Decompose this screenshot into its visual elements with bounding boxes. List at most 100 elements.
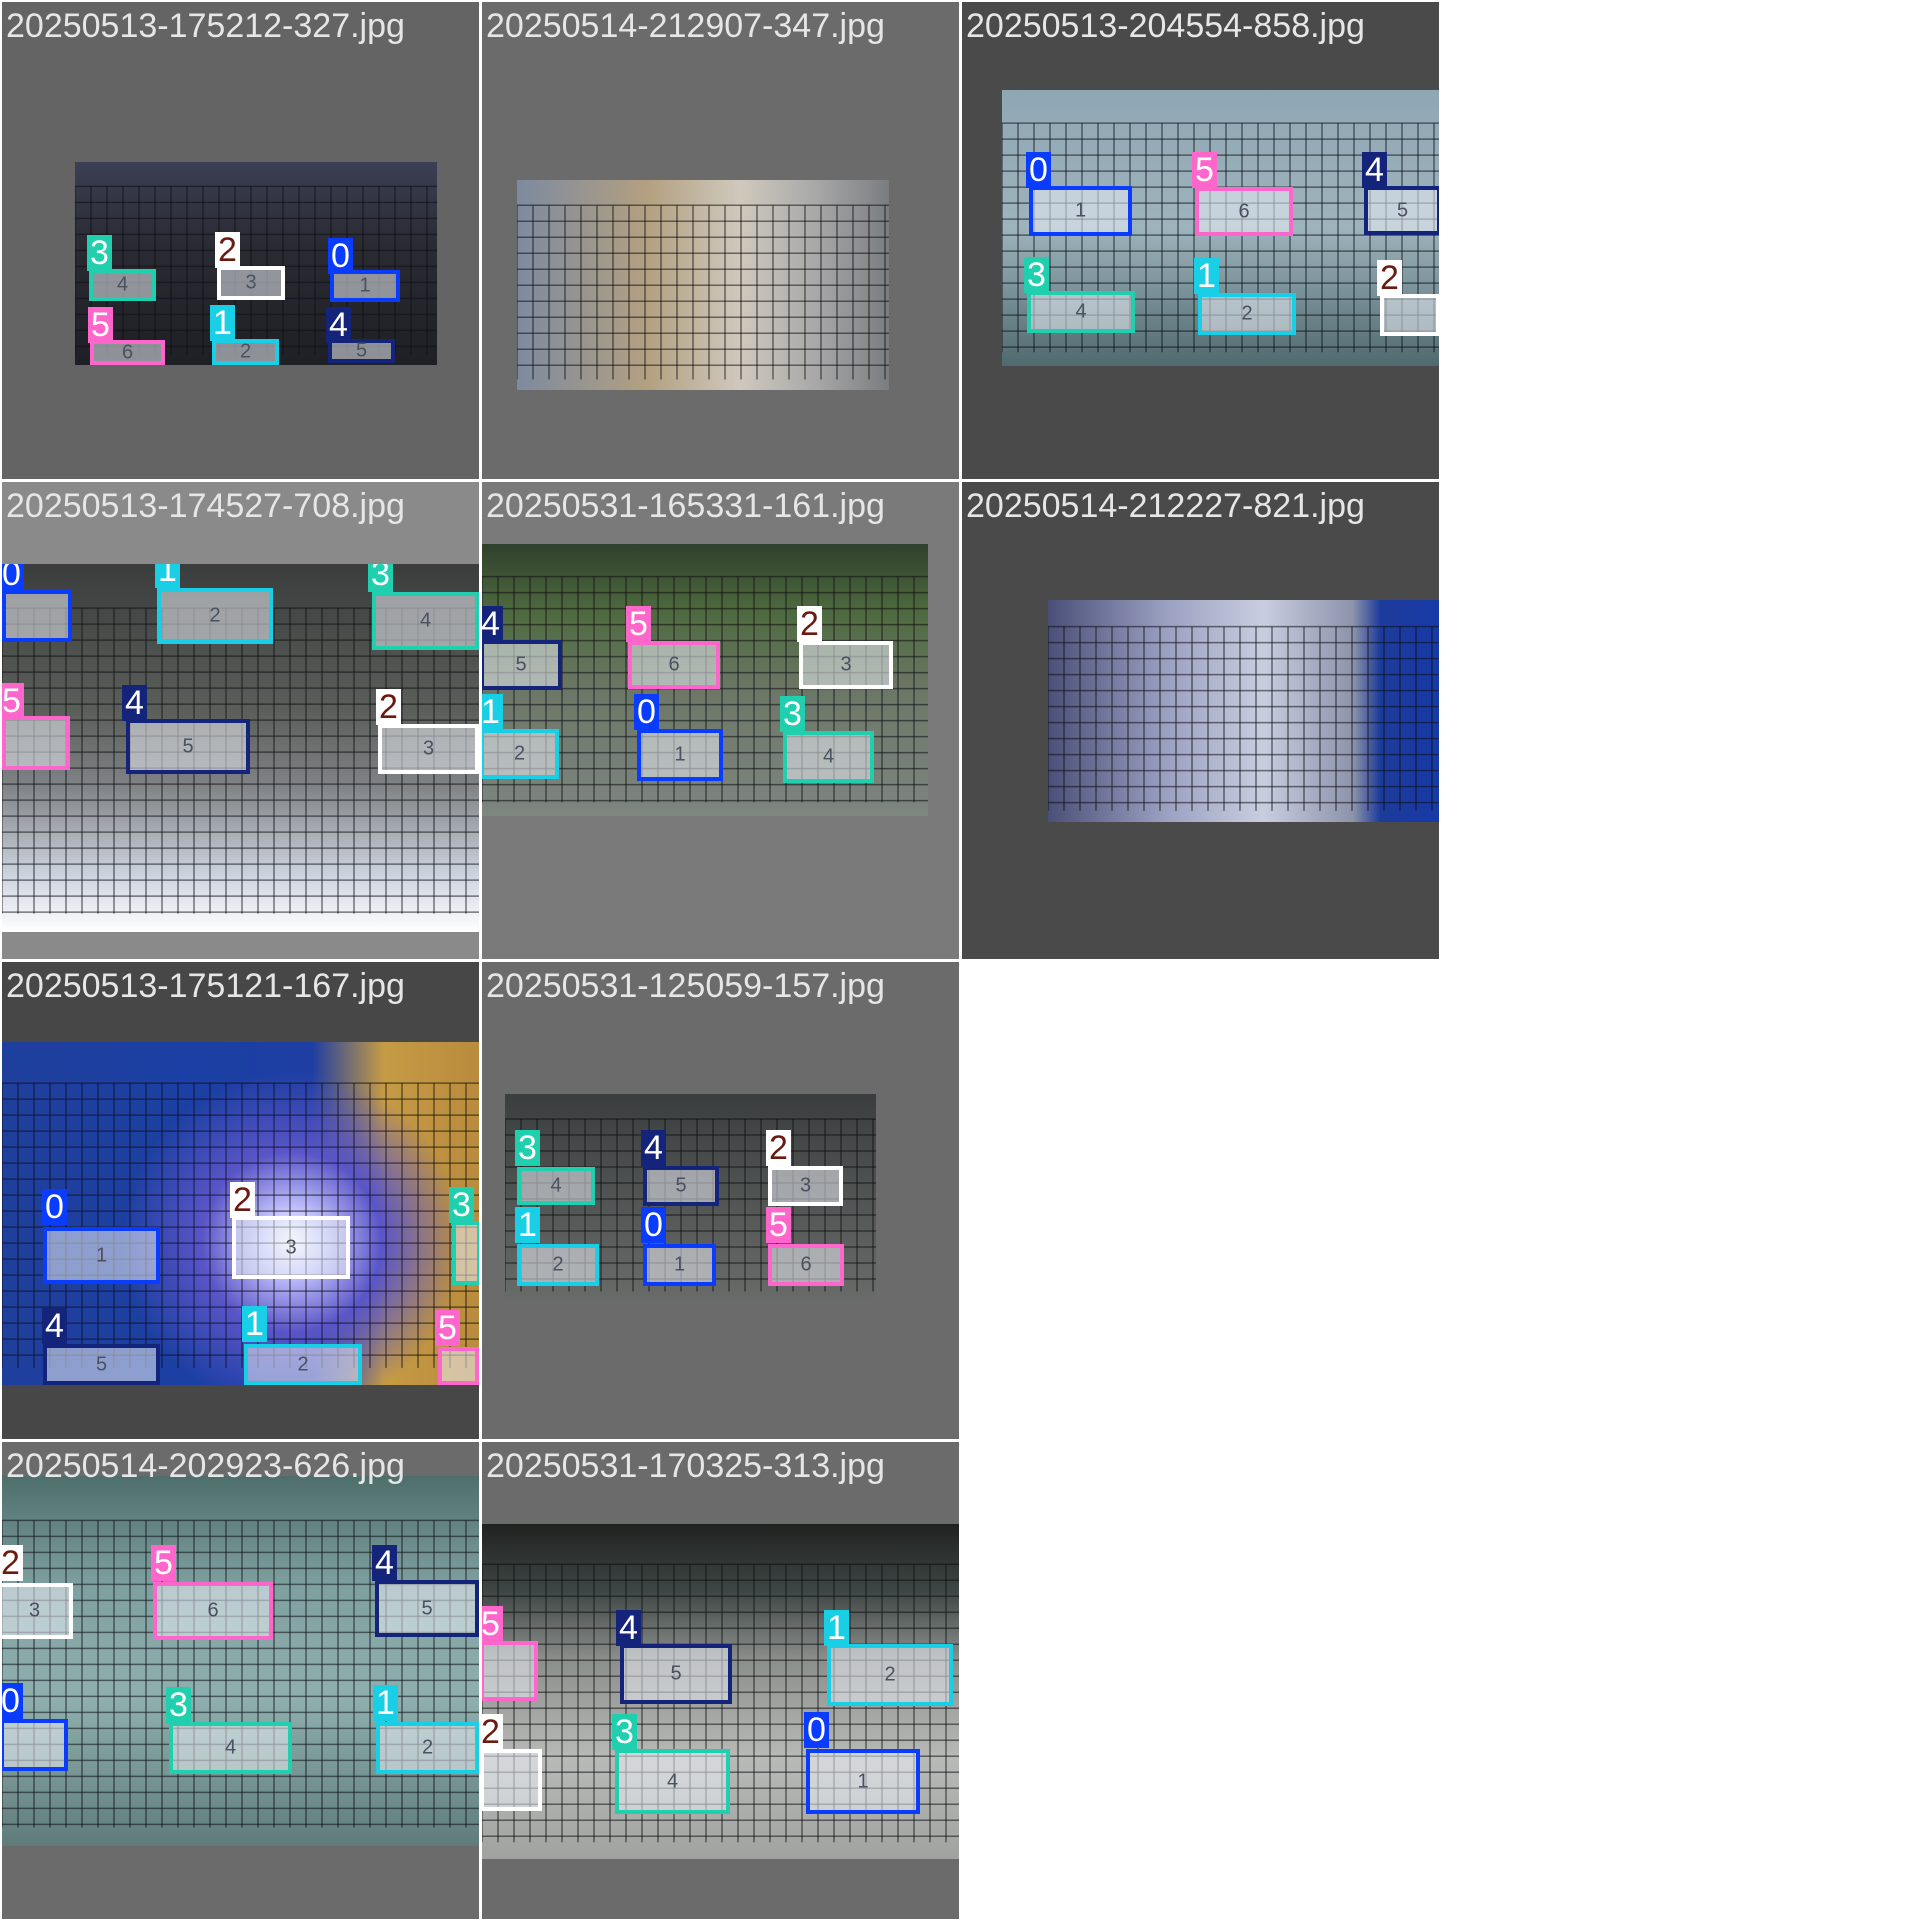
box-number: 1	[1074, 199, 1087, 222]
detection-class-label: 2	[1377, 260, 1402, 296]
box-number: 2	[297, 1353, 309, 1375]
detection-class-label: 4	[122, 685, 147, 721]
box-number: 1	[359, 274, 371, 297]
box-number: 4	[116, 273, 129, 296]
detection-box: 4	[89, 269, 156, 301]
detection-box: 6	[768, 1244, 844, 1286]
tile-photo: 435432211065	[505, 1094, 876, 1302]
box-number: 5	[515, 653, 527, 676]
detection-class-label: 0	[1026, 152, 1051, 188]
tile-photo: 1 0 3 2 3 5 4 2 1 5	[2, 1042, 479, 1385]
mosaic-tile: 20250514-202923-626.jpg 32655404321	[2, 1442, 479, 1919]
detection-box: 4	[169, 1722, 292, 1774]
tile-filename: 20250513-174527-708.jpg	[6, 487, 405, 525]
detection-box: 1	[43, 1227, 160, 1284]
detection-class-label: 2	[766, 1130, 791, 1166]
box-number: 4	[1075, 300, 1087, 323]
mosaic-tile: 20250514-212907-347.jpg	[482, 2, 959, 479]
detection-box: 2	[244, 1344, 362, 1385]
detection-box: 5	[1364, 186, 1439, 235]
detection-class-label: 2	[482, 1714, 503, 1750]
detection-class-label: 0	[2, 564, 24, 592]
detection-class-label: 3	[612, 1714, 637, 1750]
detection-box: 1	[643, 1244, 716, 1286]
detection-class-label: 0	[2, 1683, 23, 1719]
tile-filename: 20250513-175212-327.jpg	[6, 7, 405, 45]
detection-box	[2, 590, 72, 642]
detection-class-label: 2	[2, 1545, 23, 1581]
detection-class-label: 5	[1192, 152, 1217, 188]
detection-box: 3	[378, 724, 479, 774]
box-number: 5	[95, 1353, 108, 1375]
detection-class-label: 1	[515, 1207, 540, 1243]
tile-photo: 32655404321	[2, 1476, 479, 1846]
box-number: 5	[670, 1662, 682, 1685]
tile-filename: 20250531-165331-161.jpg	[486, 487, 885, 525]
box-number: 2	[239, 340, 252, 363]
detection-box: 5	[375, 1580, 479, 1637]
box-number: 3	[799, 1174, 812, 1197]
box-number: 4	[419, 609, 432, 632]
box-number: 4	[550, 1174, 562, 1197]
detection-box: 5	[482, 640, 562, 690]
detection-class-label: 4	[42, 1308, 67, 1344]
detection-class-label: 1	[155, 564, 180, 588]
box-number: 3	[840, 653, 852, 676]
mosaic-tile: 20250531-170325-313.jpg 5 5 4 2 1 2 4 3 1 0	[482, 1442, 959, 1919]
detection-class-label: 3	[1024, 257, 1049, 293]
box-number: 1	[857, 1770, 869, 1792]
detection-class-label: 1	[1194, 258, 1219, 294]
box-number: 2	[513, 742, 526, 765]
box-number: 2	[552, 1253, 564, 1276]
detection-box: 2	[212, 339, 279, 365]
detection-box: 6	[153, 1582, 273, 1640]
detection-class-label: 4	[326, 307, 351, 343]
cage-grid-overlay	[2, 1519, 479, 1828]
tile-filename: 20250514-202923-626.jpg	[6, 1447, 405, 1485]
detection-class-label: 5	[88, 307, 113, 343]
tile-filename: 20250531-125059-157.jpg	[486, 967, 885, 1005]
detection-box: 4	[372, 592, 479, 650]
detection-box: 3	[232, 1216, 350, 1279]
detection-box: 6	[628, 641, 720, 689]
box-number: 5	[1396, 199, 1409, 221]
cage-grid-overlay	[517, 204, 889, 380]
detection-class-label: 2	[376, 689, 401, 725]
detection-class-label: 2	[215, 232, 240, 268]
tile-photo: 10655443212	[1002, 90, 1439, 366]
cage-grid-overlay	[75, 185, 437, 355]
detection-box	[452, 1221, 479, 1285]
detection-class-label: 3	[515, 1130, 540, 1166]
mosaic-tile: 20250513-174527-708.jpg 0214355432	[2, 482, 479, 959]
detection-class-label: 0	[328, 238, 353, 274]
detection-class-label: 3	[166, 1687, 191, 1723]
detection-box: 5	[126, 719, 250, 774]
tile-photo	[517, 180, 889, 390]
tile-filename: 20250514-212227-821.jpg	[966, 487, 1365, 525]
tile-photo: 546532211043	[482, 544, 928, 816]
detection-box: 1	[1029, 186, 1132, 236]
detection-class-label: 4	[482, 606, 503, 642]
detection-box	[438, 1347, 479, 1385]
detection-class-label: 5	[626, 606, 651, 642]
detection-box	[482, 1749, 542, 1811]
box-number: 5	[675, 1174, 687, 1197]
box-number: 3	[285, 1236, 297, 1258]
box-number: 3	[28, 1599, 41, 1622]
mosaic-tile: 20250531-125059-157.jpg 435432211065	[482, 962, 959, 1439]
detection-box: 2	[827, 1644, 953, 1706]
detection-box: 4	[1027, 291, 1135, 333]
mosaic-tile: 20250513-175121-167.jpg 1 0 3 2 3 5 4 2 1 5	[2, 962, 479, 1439]
box-number: 6	[800, 1253, 812, 1276]
box-number: 2	[884, 1663, 896, 1686]
detection-class-label: 0	[641, 1207, 666, 1243]
detection-class-label: 5	[766, 1207, 791, 1243]
detection-box: 3	[2, 1583, 73, 1639]
detection-box: 6	[1195, 187, 1293, 236]
tile-filename: 20250514-212907-347.jpg	[486, 7, 885, 45]
box-number: 3	[422, 737, 435, 760]
tile-photo	[1048, 600, 1439, 822]
box-number: 6	[1238, 200, 1250, 222]
detection-class-label: 2	[797, 606, 822, 642]
detection-class-label: 4	[641, 1130, 666, 1166]
